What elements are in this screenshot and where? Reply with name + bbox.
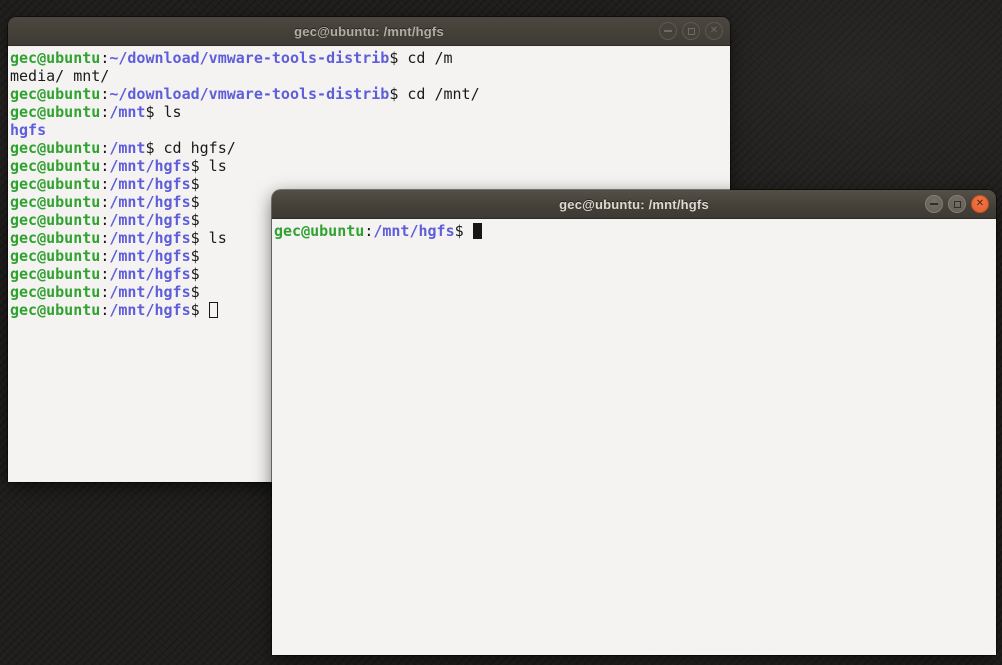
close-icon: ✕ [976, 199, 984, 209]
titlebar[interactable]: gec@ubuntu: /mnt/hgfs ✕ [272, 190, 996, 219]
close-icon: ✕ [710, 26, 718, 36]
terminal-cursor [473, 223, 482, 239]
minimize-button[interactable] [659, 22, 677, 40]
terminal-screen[interactable]: gec@ubuntu:/mnt/hgfs$ [272, 219, 996, 655]
window-title: gec@ubuntu: /mnt/hgfs [294, 24, 444, 39]
window-controls: ✕ [925, 190, 989, 218]
minimize-icon [664, 30, 672, 32]
close-button[interactable]: ✕ [971, 195, 989, 213]
maximize-icon [688, 28, 695, 35]
maximize-button[interactable] [682, 22, 700, 40]
minimize-button[interactable] [925, 195, 943, 213]
terminal-line: media/ mnt/ [10, 67, 730, 85]
terminal-line: gec@ubuntu:~/download/vmware-tools-distr… [10, 49, 730, 67]
terminal-line: gec@ubuntu:/mnt/hgfs$ ls [10, 157, 730, 175]
desktop: { "colors": { "prompt_green": "#31a231",… [0, 0, 1002, 665]
terminal-line: gec@ubuntu:/mnt$ ls [10, 103, 730, 121]
minimize-icon [930, 203, 938, 205]
window-controls: ✕ [659, 17, 723, 45]
terminal-line: gec@ubuntu:~/download/vmware-tools-distr… [10, 85, 730, 103]
titlebar[interactable]: gec@ubuntu: /mnt/hgfs ✕ [8, 17, 730, 46]
terminal-cursor [209, 302, 218, 318]
maximize-icon [954, 201, 961, 208]
maximize-button[interactable] [948, 195, 966, 213]
close-button[interactable]: ✕ [705, 22, 723, 40]
window-title: gec@ubuntu: /mnt/hgfs [559, 197, 709, 212]
terminal-line: gec@ubuntu:/mnt$ cd hgfs/ [10, 139, 730, 157]
terminal-window-front: gec@ubuntu: /mnt/hgfs ✕ gec@ubuntu:/mnt/… [272, 190, 996, 655]
terminal-line: hgfs [10, 121, 730, 139]
terminal-line: gec@ubuntu:/mnt/hgfs$ [274, 222, 996, 240]
